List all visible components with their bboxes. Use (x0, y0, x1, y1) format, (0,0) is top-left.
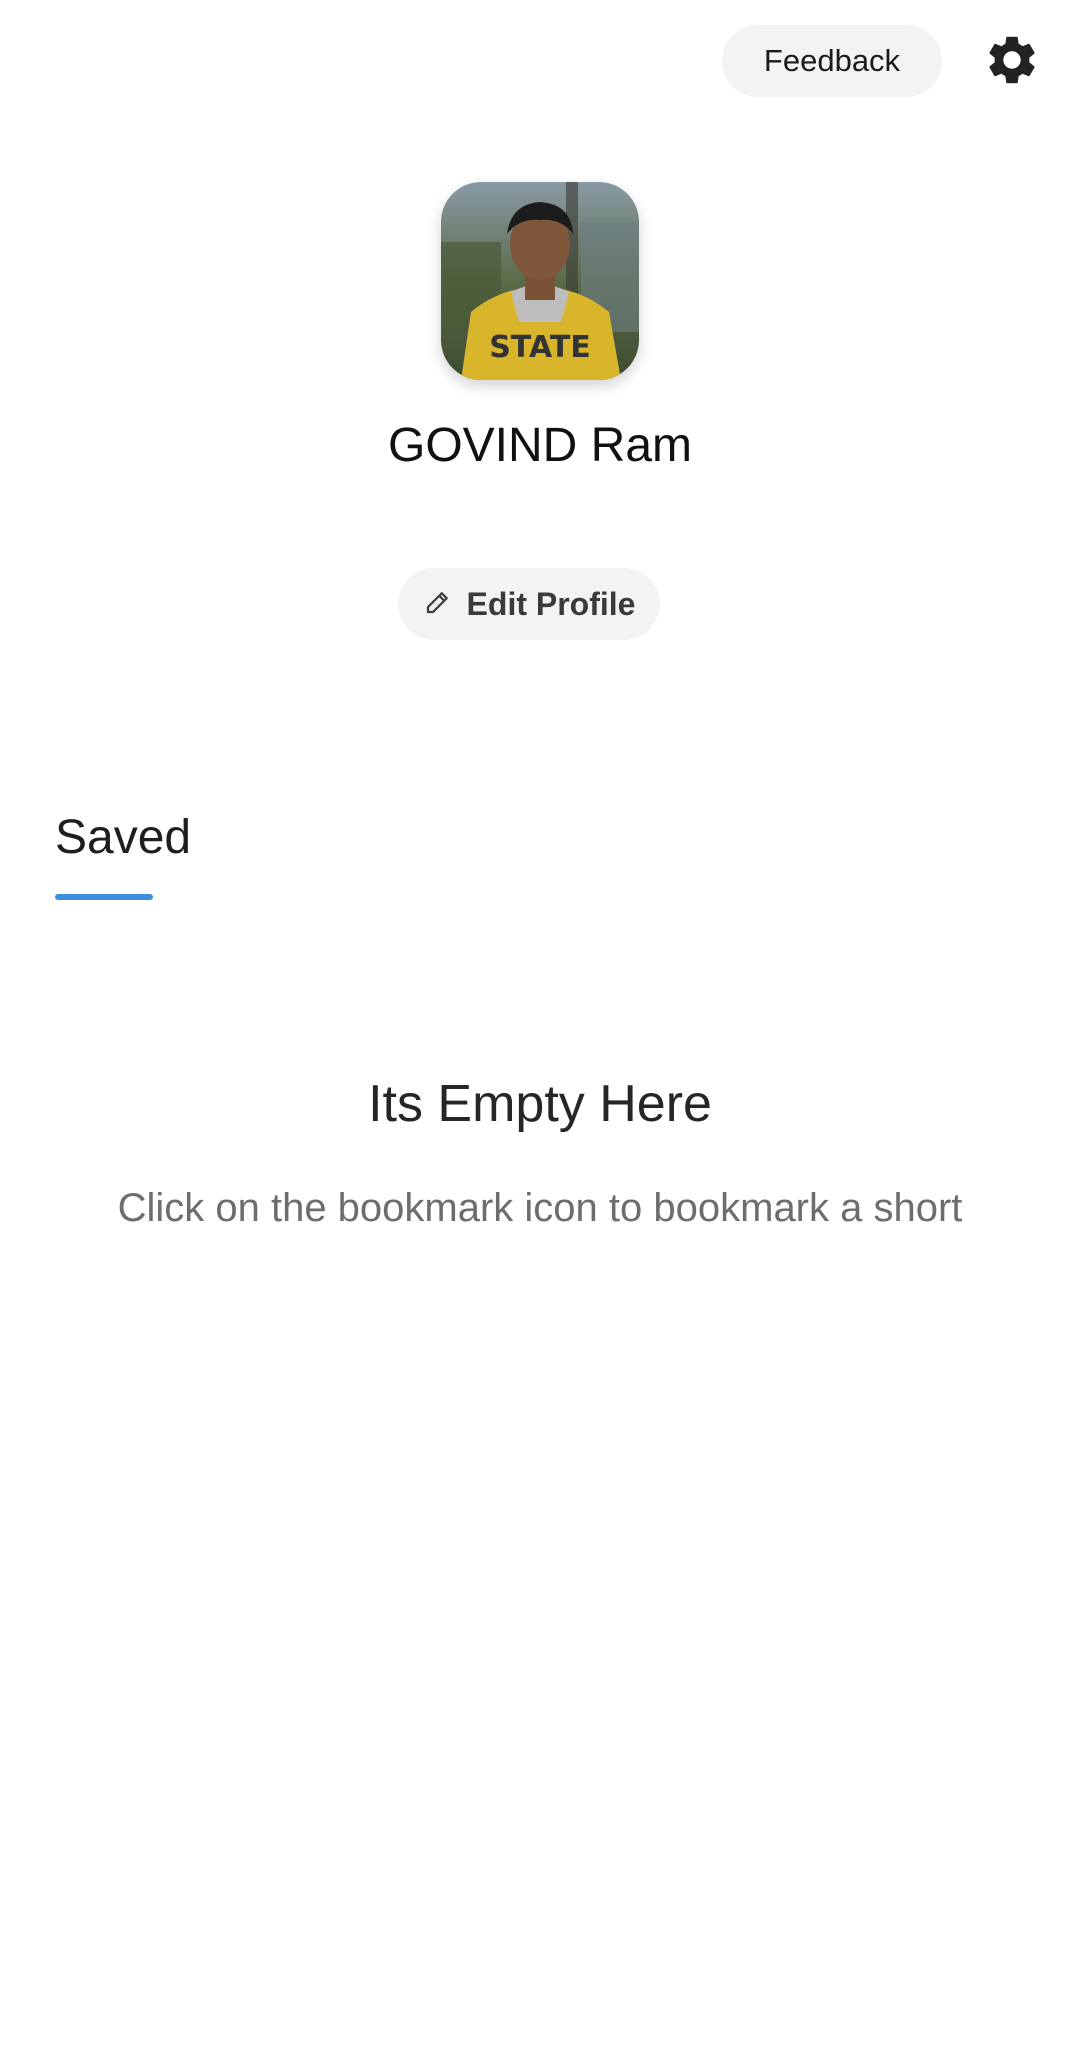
avatar-photo: STATE (441, 182, 639, 380)
tab-active-indicator (55, 894, 153, 900)
tab-saved[interactable]: Saved (55, 810, 191, 865)
svg-text:STATE: STATE (489, 330, 591, 365)
pencil-icon (423, 587, 453, 622)
settings-button[interactable] (980, 30, 1044, 94)
edit-profile-label: Edit Profile (466, 585, 636, 622)
feedback-label: Feedback (763, 43, 901, 78)
feedback-button[interactable]: Feedback (722, 25, 942, 97)
avatar[interactable]: STATE (441, 182, 639, 380)
edit-profile-button[interactable]: Edit Profile (398, 568, 660, 640)
gear-icon (983, 31, 1041, 94)
empty-state-title: Its Empty Here (368, 1075, 712, 1133)
empty-state-description: Click on the bookmark icon to bookmark a… (117, 1186, 963, 1230)
profile-name: GOVIND Ram (387, 419, 693, 472)
